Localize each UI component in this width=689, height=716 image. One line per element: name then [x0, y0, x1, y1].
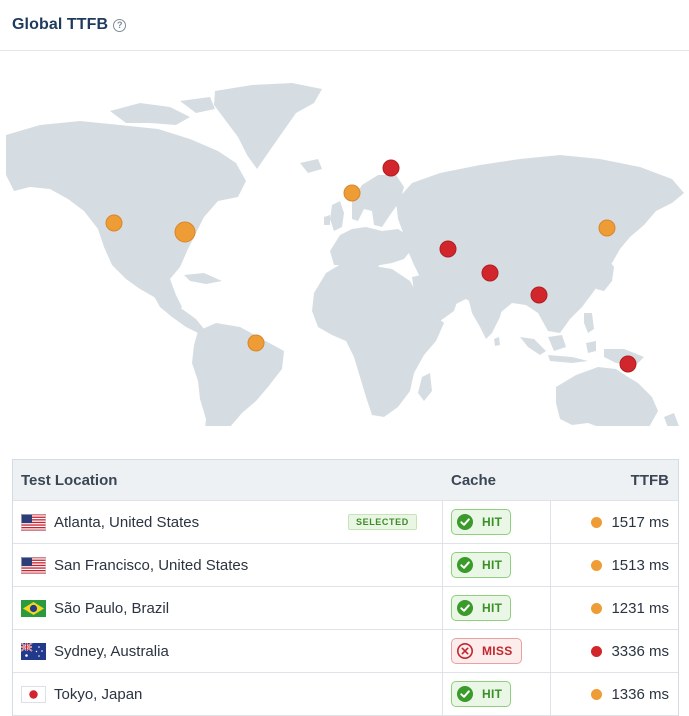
cache-miss-badge: MISS: [451, 638, 522, 664]
help-icon[interactable]: ?: [113, 18, 127, 32]
ttfb-value: 1231 ms: [611, 599, 669, 617]
panel-header: Global TTFB ?: [0, 0, 689, 51]
location-name: Sydney, Australia: [54, 642, 169, 660]
cache-status: HIT: [482, 515, 503, 529]
japan-flag-icon: [21, 686, 46, 703]
cache-status: HIT: [482, 558, 503, 572]
selected-badge: SELECTED: [348, 514, 417, 530]
cache-hit-badge: HIT: [451, 681, 512, 707]
marker-bangalore[interactable]: [481, 264, 499, 282]
check-circle-icon: [457, 557, 473, 573]
header-ttfb[interactable]: TTFB: [631, 472, 669, 489]
marker-sydney[interactable]: [619, 355, 637, 373]
world-map: [0, 51, 689, 426]
table-row[interactable]: Tokyo, Japan HIT 1336 ms: [13, 673, 678, 716]
location-name: Tokyo, Japan: [54, 685, 143, 703]
marker-atlanta[interactable]: [174, 221, 196, 243]
header-test-location[interactable]: Test Location: [21, 472, 117, 489]
cache-status: MISS: [482, 644, 513, 658]
results-table: Test Location Cache TTFB Atlanta, United…: [12, 459, 679, 716]
cache-hit-badge: HIT: [451, 595, 512, 621]
marker-stockholm[interactable]: [382, 159, 400, 177]
check-circle-icon: [457, 514, 473, 530]
ttfb-value: 1336 ms: [611, 685, 669, 703]
status-dot: [591, 602, 603, 614]
status-dot: [591, 559, 603, 571]
cache-hit-badge: HIT: [451, 509, 512, 535]
australia-flag-icon: [21, 643, 46, 660]
status-dot: [591, 645, 603, 657]
header-cache[interactable]: Cache: [451, 472, 496, 489]
ttfb-value: 1513 ms: [611, 556, 669, 574]
table-row[interactable]: Atlanta, United States SELECTED HIT 1517…: [13, 501, 678, 544]
marker-sao-paulo[interactable]: [247, 334, 265, 352]
table-row[interactable]: San Francisco, United States HIT 1513 ms: [13, 544, 678, 587]
marker-dubai[interactable]: [439, 240, 457, 258]
location-name: Atlanta, United States: [54, 513, 200, 531]
location-name: San Francisco, United States: [54, 556, 249, 574]
continents: [6, 83, 684, 426]
cache-hit-badge: HIT: [451, 552, 512, 578]
cache-status: HIT: [482, 687, 503, 701]
ttfb-value: 1517 ms: [611, 513, 669, 531]
marker-san-francisco[interactable]: [105, 214, 123, 232]
brazil-flag-icon: [21, 600, 46, 617]
us-flag-icon: [21, 514, 46, 531]
world-map-svg: [6, 83, 684, 426]
x-circle-icon: [457, 643, 473, 659]
location-name: São Paulo, Brazil: [54, 599, 170, 617]
table-row[interactable]: Sydney, Australia MISS 3336 ms: [13, 630, 678, 673]
status-dot: [591, 688, 603, 700]
check-circle-icon: [457, 600, 473, 616]
us-flag-icon: [21, 557, 46, 574]
panel-title: Global TTFB: [12, 16, 109, 33]
status-dot: [591, 516, 603, 528]
check-circle-icon: [457, 686, 473, 702]
marker-tokyo[interactable]: [598, 219, 616, 237]
cache-status: HIT: [482, 601, 503, 615]
marker-singapore[interactable]: [530, 286, 548, 304]
table-row[interactable]: São Paulo, Brazil HIT 1231 ms: [13, 587, 678, 630]
marker-london[interactable]: [343, 184, 361, 202]
table-header-row: Test Location Cache TTFB: [13, 460, 678, 501]
ttfb-value: 3336 ms: [611, 642, 669, 660]
